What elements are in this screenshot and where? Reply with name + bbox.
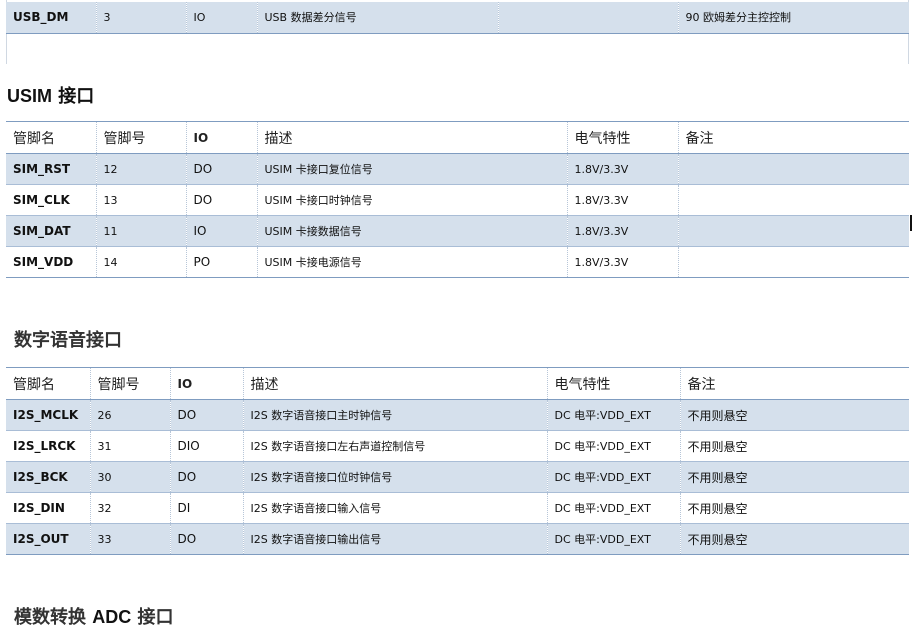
pin-number: 14 [95, 246, 186, 278]
pin-name: SIM_CLK [6, 184, 96, 216]
pin-number: 11 [95, 215, 186, 247]
table-header-row: 管脚名 管脚号 IO 描述 电气特性 备注 [6, 121, 909, 154]
table-row: I2S_LRCK 31 DIO I2S 数字语音接口左右声道控制信号 DC 电平… [6, 430, 909, 462]
col-header-description: 描述 [242, 367, 547, 400]
pin-name: SIM_RST [6, 153, 96, 185]
pin-remark [677, 184, 909, 216]
col-header-remark: 备注 [677, 121, 909, 154]
pin-number: 31 [89, 430, 170, 462]
table-row: USB_DM 3 IO USB 数据差分信号 90 欧姆差分主控控制 [6, 2, 909, 34]
usim-heading-bold: USIM [7, 86, 52, 106]
col-header-io: IO [185, 121, 257, 154]
pin-number: 13 [95, 184, 186, 216]
pin-io: IO [185, 215, 257, 247]
pin-electrical: 1.8V/3.3V [566, 184, 678, 216]
voice-pin-table: 管脚名 管脚号 IO 描述 电气特性 备注 I2S_MCLK 26 DO I2S… [6, 367, 909, 555]
adc-heading-pre: 模数转换 [14, 607, 93, 628]
usim-section-heading: USIM 接口 [7, 82, 94, 108]
usim-heading-rest: 接口 [52, 86, 95, 107]
pin-name: I2S_MCLK [6, 399, 90, 431]
col-header-description: 描述 [256, 121, 567, 154]
pin-name: SIM_VDD [6, 246, 96, 278]
pin-electrical: 1.8V/3.3V [566, 246, 678, 278]
pin-remark: 不用则悬空 [679, 523, 909, 555]
pin-description: USIM 卡接数据信号 [256, 215, 567, 247]
pin-io: DO [169, 523, 243, 555]
pin-io: DO [185, 184, 257, 216]
table-row: SIM_VDD 14 PO USIM 卡接电源信号 1.8V/3.3V [6, 246, 909, 278]
pin-io: DI [169, 492, 243, 524]
pin-description: I2S 数字语音接口位时钟信号 [242, 461, 547, 493]
pin-number: 32 [89, 492, 170, 524]
table-row: I2S_BCK 30 DO I2S 数字语音接口位时钟信号 DC 电平:VDD_… [6, 461, 909, 493]
pin-io: PO [185, 246, 257, 278]
adc-heading-bold: ADC [92, 607, 132, 627]
table-row: I2S_OUT 33 DO I2S 数字语音接口输出信号 DC 电平:VDD_E… [6, 523, 909, 555]
pin-description: I2S 数字语音接口输出信号 [242, 523, 547, 555]
pin-electrical: 1.8V/3.3V [566, 153, 678, 185]
pin-remark [677, 246, 909, 278]
pin-io: DO [185, 153, 257, 185]
voice-section-heading: 数字语音接口 [14, 330, 122, 351]
pin-number: 3 [95, 2, 186, 34]
pin-name: I2S_LRCK [6, 430, 90, 462]
pin-description: I2S 数字语音接口主时钟信号 [242, 399, 547, 431]
pin-remark [677, 215, 909, 247]
pin-description: USIM 卡接口复位信号 [256, 153, 567, 185]
pin-number: 30 [89, 461, 170, 493]
pin-electrical: DC 电平:VDD_EXT [546, 399, 680, 431]
pin-electrical [497, 2, 678, 34]
pin-remark: 不用则悬空 [679, 461, 909, 493]
col-header-remark: 备注 [679, 367, 909, 400]
pin-remark: 不用则悬空 [679, 492, 909, 524]
pin-io: IO [185, 2, 257, 34]
col-header-io: IO [169, 367, 243, 400]
pin-io: DO [169, 399, 243, 431]
col-header-pin-number: 管脚号 [95, 121, 186, 154]
pin-number: 33 [89, 523, 170, 555]
pin-description: I2S 数字语音接口左右声道控制信号 [242, 430, 547, 462]
pin-number: 12 [95, 153, 186, 185]
col-header-electrical: 电气特性 [546, 367, 680, 400]
pin-name: USB_DM [6, 2, 96, 34]
pin-electrical: DC 电平:VDD_EXT [546, 430, 680, 462]
adc-section-heading: 模数转换 ADC 接口 [14, 603, 174, 629]
table-row: SIM_DAT 11 IO USIM 卡接数据信号 1.8V/3.3V [6, 215, 909, 247]
usb-pin-table: USB_DM 3 IO USB 数据差分信号 90 欧姆差分主控控制 [6, 2, 909, 34]
pin-name: I2S_DIN [6, 492, 90, 524]
pin-electrical: DC 电平:VDD_EXT [546, 461, 680, 493]
pin-remark [677, 153, 909, 185]
pin-electrical: DC 电平:VDD_EXT [546, 523, 680, 555]
adc-heading-post: 接口 [131, 607, 174, 628]
pin-io: DIO [169, 430, 243, 462]
text-cursor [910, 215, 912, 231]
pin-name: I2S_BCK [6, 461, 90, 493]
pin-remark: 90 欧姆差分主控控制 [677, 2, 909, 34]
pin-description: USB 数据差分信号 [256, 2, 498, 34]
table-row: I2S_MCLK 26 DO I2S 数字语音接口主时钟信号 DC 电平:VDD… [6, 399, 909, 431]
col-header-pin-name: 管脚名 [6, 121, 96, 154]
pin-description: USIM 卡接口时钟信号 [256, 184, 567, 216]
col-header-pin-number: 管脚号 [89, 367, 170, 400]
table-header-row: 管脚名 管脚号 IO 描述 电气特性 备注 [6, 367, 909, 400]
pin-io: DO [169, 461, 243, 493]
col-header-pin-name: 管脚名 [6, 367, 90, 400]
pin-name: SIM_DAT [6, 215, 96, 247]
pin-name: I2S_OUT [6, 523, 90, 555]
table-row: SIM_RST 12 DO USIM 卡接口复位信号 1.8V/3.3V [6, 153, 909, 185]
table-row: I2S_DIN 32 DI I2S 数字语音接口输入信号 DC 电平:VDD_E… [6, 492, 909, 524]
usim-pin-table: 管脚名 管脚号 IO 描述 电气特性 备注 SIM_RST 12 DO USIM… [6, 121, 909, 278]
pin-remark: 不用则悬空 [679, 399, 909, 431]
table-row: SIM_CLK 13 DO USIM 卡接口时钟信号 1.8V/3.3V [6, 184, 909, 216]
pin-description: I2S 数字语音接口输入信号 [242, 492, 547, 524]
pin-remark: 不用则悬空 [679, 430, 909, 462]
pin-electrical: DC 电平:VDD_EXT [546, 492, 680, 524]
pin-number: 26 [89, 399, 170, 431]
pin-description: USIM 卡接电源信号 [256, 246, 567, 278]
col-header-electrical: 电气特性 [566, 121, 678, 154]
pin-electrical: 1.8V/3.3V [566, 215, 678, 247]
